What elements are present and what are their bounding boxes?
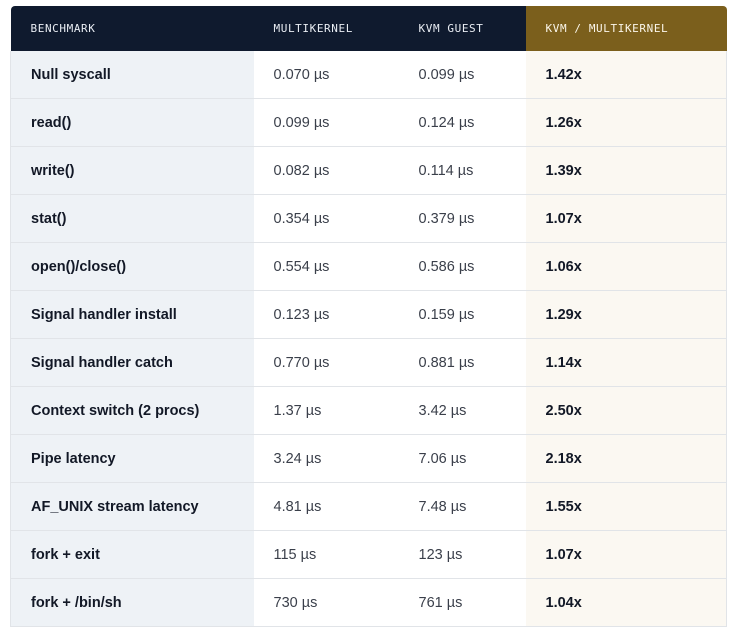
header-row: BENCHMARK MULTIKERNEL KVM GUEST KVM / MU… — [10, 6, 727, 51]
table-row: Null syscall 0.070 µs 0.099 µs 1.42x — [10, 51, 727, 99]
kvm-guest-cell: 0.586 µs — [398, 242, 526, 291]
table-row: open()/close() 0.554 µs 0.586 µs 1.06x — [10, 242, 727, 291]
benchmark-cell: open()/close() — [10, 242, 254, 291]
table-row: write() 0.082 µs 0.114 µs 1.39x — [10, 146, 727, 195]
benchmark-cell: fork + /bin/sh — [10, 578, 254, 627]
ratio-cell: 1.29x — [525, 290, 727, 339]
benchmark-cell: Signal handler catch — [10, 338, 254, 387]
table-body: Null syscall 0.070 µs 0.099 µs 1.42x rea… — [10, 51, 727, 627]
benchmark-cell: stat() — [10, 194, 254, 243]
column-header-benchmark: BENCHMARK — [10, 6, 254, 51]
multikernel-cell: 0.099 µs — [253, 98, 399, 147]
kvm-guest-cell: 0.114 µs — [398, 146, 526, 195]
kvm-guest-cell: 0.099 µs — [398, 51, 526, 99]
multikernel-cell: 4.81 µs — [253, 482, 399, 531]
ratio-cell: 1.55x — [525, 482, 727, 531]
benchmark-cell: Signal handler install — [10, 290, 254, 339]
column-header-multikernel: MULTIKERNEL — [253, 6, 399, 51]
column-header-ratio: KVM / MULTIKERNEL — [525, 6, 727, 51]
ratio-cell: 1.14x — [525, 338, 727, 387]
multikernel-cell: 0.354 µs — [253, 194, 399, 243]
kvm-guest-cell: 0.124 µs — [398, 98, 526, 147]
multikernel-cell: 0.770 µs — [253, 338, 399, 387]
benchmark-cell: Context switch (2 procs) — [10, 386, 254, 435]
multikernel-cell: 3.24 µs — [253, 434, 399, 483]
kvm-guest-cell: 7.48 µs — [398, 482, 526, 531]
benchmark-cell: write() — [10, 146, 254, 195]
table-row: AF_UNIX stream latency 4.81 µs 7.48 µs 1… — [10, 482, 727, 531]
table-row: Pipe latency 3.24 µs 7.06 µs 2.18x — [10, 434, 727, 483]
table-row: Signal handler catch 0.770 µs 0.881 µs 1… — [10, 338, 727, 387]
table-row: fork + /bin/sh 730 µs 761 µs 1.04x — [10, 578, 727, 627]
multikernel-cell: 0.554 µs — [253, 242, 399, 291]
multikernel-cell: 0.123 µs — [253, 290, 399, 339]
table-row: stat() 0.354 µs 0.379 µs 1.07x — [10, 194, 727, 243]
ratio-cell: 2.18x — [525, 434, 727, 483]
table-row: Signal handler install 0.123 µs 0.159 µs… — [10, 290, 727, 339]
benchmark-cell: Null syscall — [10, 51, 254, 99]
kvm-guest-cell: 0.159 µs — [398, 290, 526, 339]
table-header: BENCHMARK MULTIKERNEL KVM GUEST KVM / MU… — [10, 6, 727, 51]
ratio-cell: 1.39x — [525, 146, 727, 195]
multikernel-cell: 0.070 µs — [253, 51, 399, 99]
multikernel-cell: 730 µs — [253, 578, 399, 627]
benchmark-table: BENCHMARK MULTIKERNEL KVM GUEST KVM / MU… — [10, 6, 727, 627]
kvm-guest-cell: 3.42 µs — [398, 386, 526, 435]
kvm-guest-cell: 7.06 µs — [398, 434, 526, 483]
ratio-cell: 1.04x — [525, 578, 727, 627]
kvm-guest-cell: 123 µs — [398, 530, 526, 579]
table-row: read() 0.099 µs 0.124 µs 1.26x — [10, 98, 727, 147]
benchmark-cell: fork + exit — [10, 530, 254, 579]
kvm-guest-cell: 0.881 µs — [398, 338, 526, 387]
ratio-cell: 1.07x — [525, 194, 727, 243]
benchmark-table-container: BENCHMARK MULTIKERNEL KVM GUEST KVM / MU… — [10, 6, 727, 627]
table-row: fork + exit 115 µs 123 µs 1.07x — [10, 530, 727, 579]
ratio-cell: 1.26x — [525, 98, 727, 147]
kvm-guest-cell: 761 µs — [398, 578, 526, 627]
table-row: Context switch (2 procs) 1.37 µs 3.42 µs… — [10, 386, 727, 435]
column-header-kvm-guest: KVM GUEST — [398, 6, 526, 51]
benchmark-cell: read() — [10, 98, 254, 147]
benchmark-cell: AF_UNIX stream latency — [10, 482, 254, 531]
multikernel-cell: 1.37 µs — [253, 386, 399, 435]
kvm-guest-cell: 0.379 µs — [398, 194, 526, 243]
ratio-cell: 2.50x — [525, 386, 727, 435]
multikernel-cell: 0.082 µs — [253, 146, 399, 195]
multikernel-cell: 115 µs — [253, 530, 399, 579]
ratio-cell: 1.07x — [525, 530, 727, 579]
ratio-cell: 1.42x — [525, 51, 727, 99]
ratio-cell: 1.06x — [525, 242, 727, 291]
benchmark-cell: Pipe latency — [10, 434, 254, 483]
